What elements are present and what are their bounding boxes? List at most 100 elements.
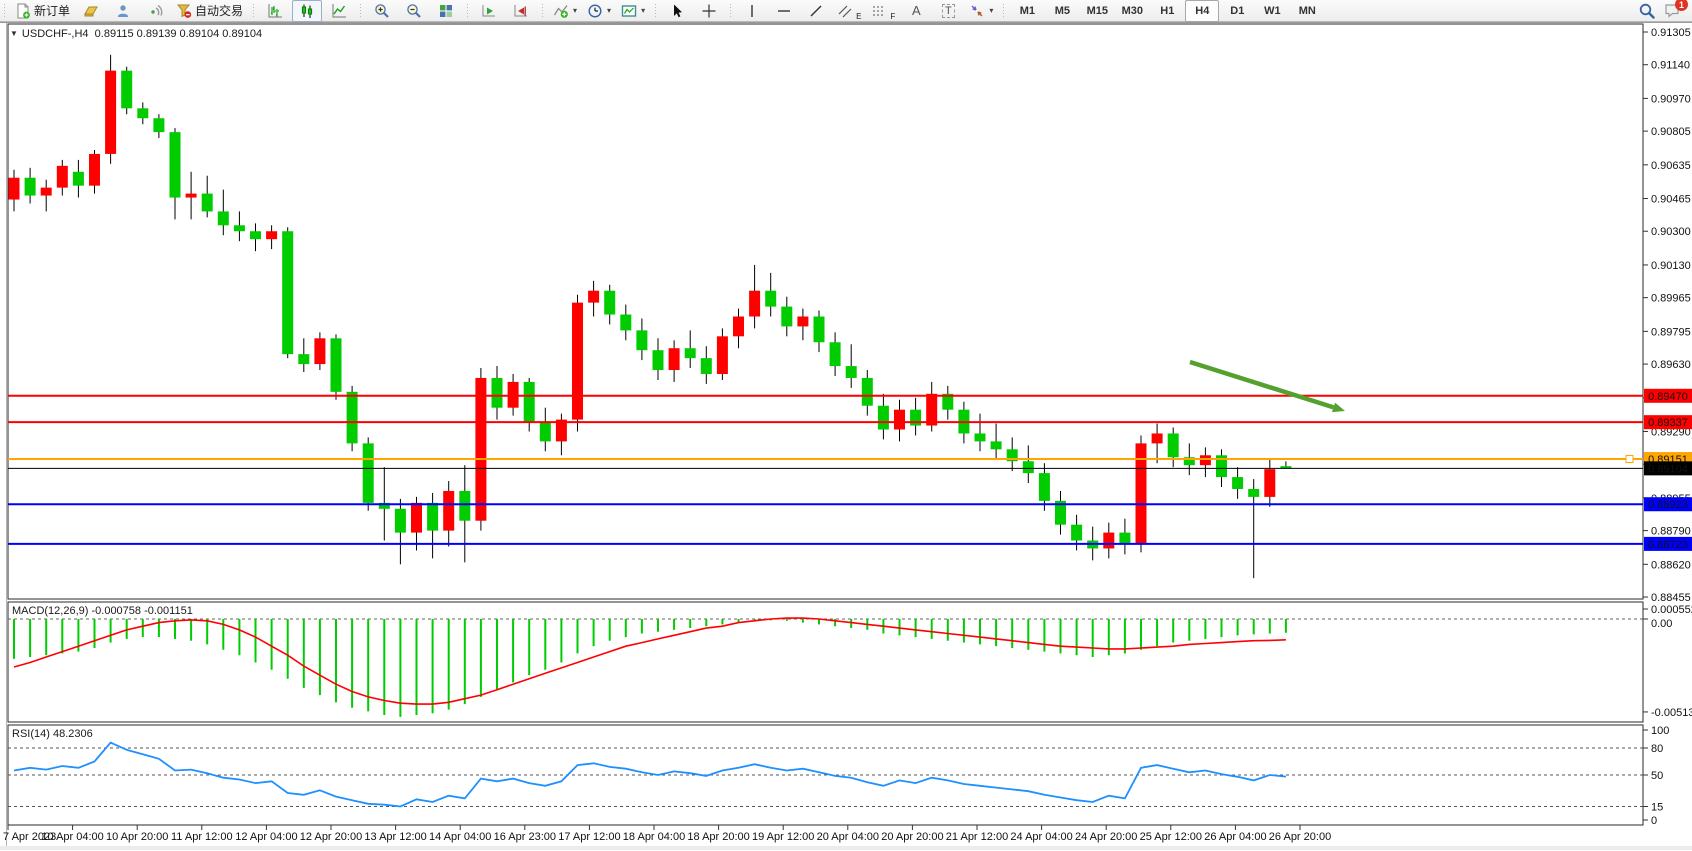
mql5-community-button[interactable] — [108, 0, 138, 22]
notification-badge: 1 — [1675, 0, 1688, 11]
ohlc-readout: 0.89115 0.89139 0.89104 0.89104 — [95, 28, 262, 40]
svg-text:15: 15 — [1651, 802, 1663, 814]
arrows-button[interactable]: ▾ — [965, 0, 997, 22]
autotrading-label: 自动交易 — [195, 2, 243, 19]
rsi-value: 48.2306 — [53, 728, 93, 740]
svg-text:20 Apr 20:00: 20 Apr 20:00 — [881, 831, 943, 843]
toolbar-separator — [727, 2, 734, 20]
svg-text:0.90970: 0.90970 — [1651, 93, 1691, 105]
toolbar-separator — [1000, 2, 1007, 20]
chevron-down-icon: ▾ — [641, 6, 645, 15]
rsi-indicator-label: RSI(14) 48.2306 — [12, 728, 93, 740]
auto-scroll-button[interactable] — [474, 0, 504, 22]
svg-text:0.88723: 0.88723 — [1648, 539, 1688, 551]
timeframe-button-MN[interactable]: MN — [1290, 0, 1324, 22]
channel-icon — [837, 3, 853, 19]
zoom-out-button[interactable] — [399, 0, 429, 22]
toolbar-separator — [464, 2, 471, 20]
svg-text:0.89630: 0.89630 — [1651, 359, 1691, 371]
signal-icon — [147, 3, 163, 19]
svg-text:-0.00513: -0.00513 — [1651, 707, 1692, 719]
chart-shift-button[interactable] — [506, 0, 536, 22]
timeframe-button-D1[interactable]: D1 — [1220, 0, 1254, 22]
trendline-icon — [808, 3, 824, 19]
svg-text:0.90300: 0.90300 — [1651, 226, 1691, 238]
svg-text:0.89795: 0.89795 — [1651, 326, 1691, 338]
timeframe-button-H1[interactable]: H1 — [1150, 0, 1184, 22]
arrows-icon — [969, 3, 985, 19]
toolbar-right-tools: 1 — [1638, 2, 1682, 20]
notifications-chat-icon[interactable]: 1 — [1664, 2, 1682, 19]
bar-chart-button[interactable] — [260, 0, 290, 22]
symbol-title[interactable]: ▼ USDCHF-,H4 0.89115 0.89139 0.89104 0.89… — [10, 28, 262, 40]
crosshair-button[interactable] — [694, 0, 724, 22]
svg-text:11 Apr 12:00: 11 Apr 12:00 — [171, 831, 233, 843]
svg-text:10 Apr 04:00: 10 Apr 04:00 — [41, 831, 103, 843]
svg-text:14 Apr 04:00: 14 Apr 04:00 — [429, 831, 491, 843]
horizontal-line-button[interactable] — [769, 0, 799, 22]
trendline-button[interactable] — [801, 0, 831, 22]
clock-icon — [587, 3, 603, 19]
chart-shift-icon — [513, 3, 529, 19]
new-order-button[interactable]: 新订单 — [11, 0, 74, 22]
svg-text:25 Apr 12:00: 25 Apr 12:00 — [1140, 831, 1202, 843]
symbol-period-label: USDCHF-,H4 — [22, 28, 89, 40]
chevron-down-icon: ▾ — [573, 6, 577, 15]
svg-text:0.88620: 0.88620 — [1651, 559, 1691, 571]
svg-text:10 Apr 20:00: 10 Apr 20:00 — [106, 831, 168, 843]
timeframe-group: M1M5M15M30H1H4D1W1MN — [1010, 0, 1324, 22]
timeframe-button-M1[interactable]: M1 — [1010, 0, 1044, 22]
indicators-button[interactable]: ▾ — [549, 0, 581, 22]
text-tool-icon: A — [912, 3, 921, 18]
search-icon[interactable] — [1638, 2, 1656, 20]
svg-text:13 Apr 12:00: 13 Apr 12:00 — [364, 831, 426, 843]
timeframe-button-W1[interactable]: W1 — [1255, 0, 1289, 22]
svg-text:0.90465: 0.90465 — [1651, 194, 1691, 206]
svg-text:20 Apr 04:00: 20 Apr 04:00 — [817, 831, 879, 843]
chevron-down-icon: ▾ — [607, 6, 611, 15]
fibonacci-tag: F — [890, 12, 895, 21]
text-label-button[interactable]: T — [933, 0, 963, 22]
market-depth-button[interactable] — [76, 0, 106, 22]
symbol-dropdown-icon[interactable]: ▼ — [10, 29, 18, 38]
fibonacci-button[interactable]: F — [867, 0, 899, 22]
periods-button[interactable]: ▾ — [583, 0, 615, 22]
toolbar-separator — [539, 2, 546, 20]
macd-indicator-label: MACD(12,26,9) -0.000758 -0.001151 — [12, 605, 193, 617]
zoom-in-button[interactable] — [367, 0, 397, 22]
person-icon — [115, 3, 131, 19]
zoom-in-icon — [374, 3, 390, 19]
timeframe-button-M5[interactable]: M5 — [1045, 0, 1079, 22]
line-chart-button[interactable] — [324, 0, 354, 22]
svg-text:24 Apr 20:00: 24 Apr 20:00 — [1075, 831, 1137, 843]
svg-text:0.89965: 0.89965 — [1651, 293, 1691, 305]
svg-text:0.89337: 0.89337 — [1648, 417, 1688, 429]
svg-text:12 Apr 20:00: 12 Apr 20:00 — [300, 831, 362, 843]
svg-text:17 Apr 12:00: 17 Apr 12:00 — [558, 831, 620, 843]
toolbar-separator — [652, 2, 659, 20]
templates-button[interactable]: ▾ — [617, 0, 649, 22]
autotrading-button[interactable]: 自动交易 — [172, 0, 247, 22]
toolbar-separator — [250, 2, 257, 20]
channel-tag: E — [856, 12, 861, 21]
svg-text:0.88790: 0.88790 — [1651, 526, 1691, 538]
signals-button[interactable] — [140, 0, 170, 22]
vertical-line-button[interactable] — [737, 0, 767, 22]
equidistant-channel-button[interactable]: E — [833, 0, 865, 22]
svg-text:21 Apr 12:00: 21 Apr 12:00 — [946, 831, 1008, 843]
vertical-line-icon — [744, 3, 760, 19]
toolbar-grip — [1, 2, 8, 20]
svg-text:12 Apr 04:00: 12 Apr 04:00 — [235, 831, 297, 843]
zoom-out-icon — [406, 3, 422, 19]
svg-text:0.89470: 0.89470 — [1648, 391, 1688, 403]
svg-text:0.88923: 0.88923 — [1648, 499, 1688, 511]
svg-text:0.89104: 0.89104 — [1648, 463, 1688, 475]
timeframe-button-M30[interactable]: M30 — [1115, 0, 1149, 22]
text-tool-button[interactable]: A — [901, 0, 931, 22]
candlestick-chart-button[interactable] — [292, 0, 322, 22]
cursor-button[interactable] — [662, 0, 692, 22]
tile-windows-button[interactable] — [431, 0, 461, 22]
timeframe-button-M15[interactable]: M15 — [1080, 0, 1114, 22]
price-chart-canvas[interactable]: 0.913050.911400.909700.908050.906350.904… — [0, 22, 1692, 850]
timeframe-button-H4[interactable]: H4 — [1185, 0, 1219, 22]
